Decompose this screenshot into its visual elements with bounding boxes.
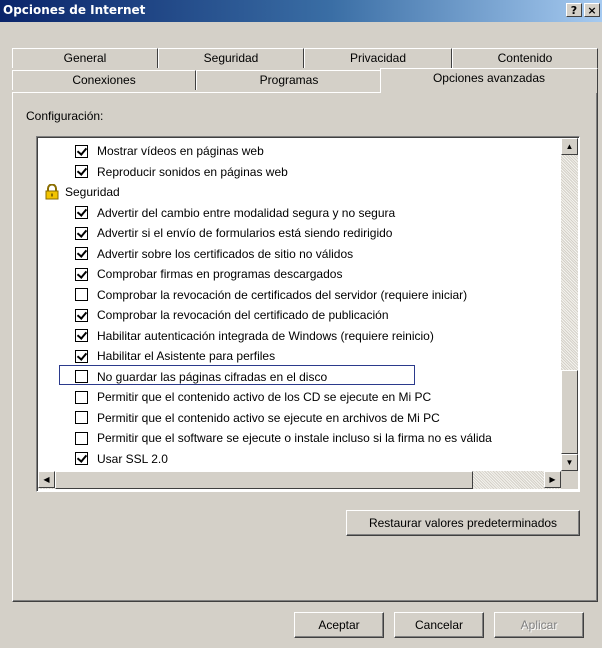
checkbox[interactable] [75,226,88,240]
list-item[interactable]: Advertir sobre los certificados de sitio… [75,244,353,264]
list-item-label: Mostrar vídeos en páginas web [97,144,264,158]
list-item-label: Comprobar la revocación del certificado … [97,308,389,322]
list-item-label: Comprobar la revocación de certificados … [97,287,468,302]
list-item[interactable]: Comprobar la revocación del certificado … [75,305,389,325]
list-item-label: Usar SSL 2.0 [97,451,168,466]
list-item-label: Reproducir sonidos en páginas web [97,164,288,179]
list-item[interactable]: Permitir que el contenido activo de los … [75,387,431,407]
list-item-label: Advertir sobre los certificados de sitio… [97,246,354,261]
tab-programas[interactable]: Programas [196,70,382,90]
checkbox[interactable] [75,247,88,260]
checkbox[interactable] [75,390,88,404]
vertical-scroll-thumb[interactable] [561,370,578,454]
close-button[interactable]: × [584,3,600,17]
settings-list[interactable]: Mostrar vídeos en páginas web Reproducir … [36,136,580,492]
list-item[interactable]: Habilitar el Asistente para perfiles [75,346,275,366]
focus-rectangle [59,365,415,385]
scroll-right-arrow-icon[interactable]: ▶ [544,471,561,488]
cancel-label: Cancelar [414,618,464,632]
tab-seguridad[interactable]: Seguridad [158,48,304,68]
apply-button[interactable]: Aplicar [494,612,584,638]
help-button[interactable]: ? [566,3,582,17]
list-item[interactable]: Mostrar vídeos en páginas web [75,141,264,161]
vertical-scrollbar[interactable]: ▲ ▼ [561,138,578,471]
tab-conexiones[interactable]: Conexiones [12,70,196,90]
list-item-label: Permitir que el software se ejecute o in… [97,431,492,445]
list-item[interactable]: Permitir que el contenido activo se ejec… [75,408,440,428]
list-item-label: Comprobar firmas en programas descargado… [97,267,343,281]
checkbox[interactable] [75,165,88,178]
checkbox[interactable] [75,308,88,322]
restore-defaults-button[interactable]: Restaurar valores predeterminados [346,510,580,536]
checkbox[interactable] [75,144,88,158]
title-bar[interactable]: Opciones de Internet ? × [0,0,602,22]
list-item[interactable]: Comprobar la revocación de certificados … [75,285,467,305]
restore-defaults-label: Restaurar valores predeterminados [368,516,558,530]
tab-contenido[interactable]: Contenido [452,48,598,68]
checkbox[interactable] [75,206,88,219]
internet-options-dialog: Opciones de Internet ? × General Segurid… [0,0,602,648]
list-category[interactable]: Seguridad [45,182,120,202]
ok-button[interactable]: Aceptar [294,612,384,638]
list-item-label: Advertir del cambio entre modalidad segu… [97,205,396,220]
list-item[interactable]: Comprobar firmas en programas descargado… [75,264,342,284]
checkbox[interactable] [75,267,88,281]
horizontal-scrollbar[interactable]: ◀ ▶ [38,471,561,489]
list-item[interactable]: Habilitar autenticación integrada de Win… [75,326,434,346]
checkbox[interactable] [75,288,88,301]
tab-opciones-avanzadas[interactable]: Opciones avanzadas [380,68,598,93]
checkbox[interactable] [75,349,88,363]
list-item-label: Permitir que el contenido activo de los … [97,390,432,404]
list-item-label: Seguridad [65,185,120,199]
checkbox[interactable] [75,431,88,445]
list-item[interactable]: Permitir que el software se ejecute o in… [75,428,492,448]
lock-icon [45,183,59,200]
scroll-left-arrow-icon[interactable]: ◀ [38,471,55,488]
horizontal-scroll-thumb[interactable] [55,471,473,489]
scroll-up-arrow-icon[interactable]: ▲ [561,138,578,155]
list-item-label: Permitir que el contenido activo se ejec… [97,410,440,425]
window-title: Opciones de Internet [3,3,146,17]
scrollbar-corner [561,471,578,489]
tab-general[interactable]: General [12,48,158,68]
checkbox[interactable] [75,452,88,465]
apply-label: Aplicar [520,618,558,632]
list-item[interactable]: Advertir si el envío de formularios está… [75,223,392,243]
checkbox[interactable] [75,329,88,342]
config-label: Configuración: [26,109,104,123]
list-item[interactable]: Usar SSL 2.0 [75,449,168,469]
list-item[interactable]: Reproducir sonidos en páginas web [75,162,288,182]
list-item-label: Habilitar el Asistente para perfiles [97,349,276,363]
cancel-button[interactable]: Cancelar [394,612,484,638]
list-item-label: Advertir si el envío de formularios está… [97,226,393,240]
scroll-down-arrow-icon[interactable]: ▼ [561,454,578,471]
list-item-label: Habilitar autenticación integrada de Win… [97,328,434,343]
checkbox[interactable] [75,411,88,424]
ok-label: Aceptar [318,618,360,632]
list-item[interactable]: Advertir del cambio entre modalidad segu… [75,203,395,223]
tab-privacidad[interactable]: Privacidad [304,48,452,68]
